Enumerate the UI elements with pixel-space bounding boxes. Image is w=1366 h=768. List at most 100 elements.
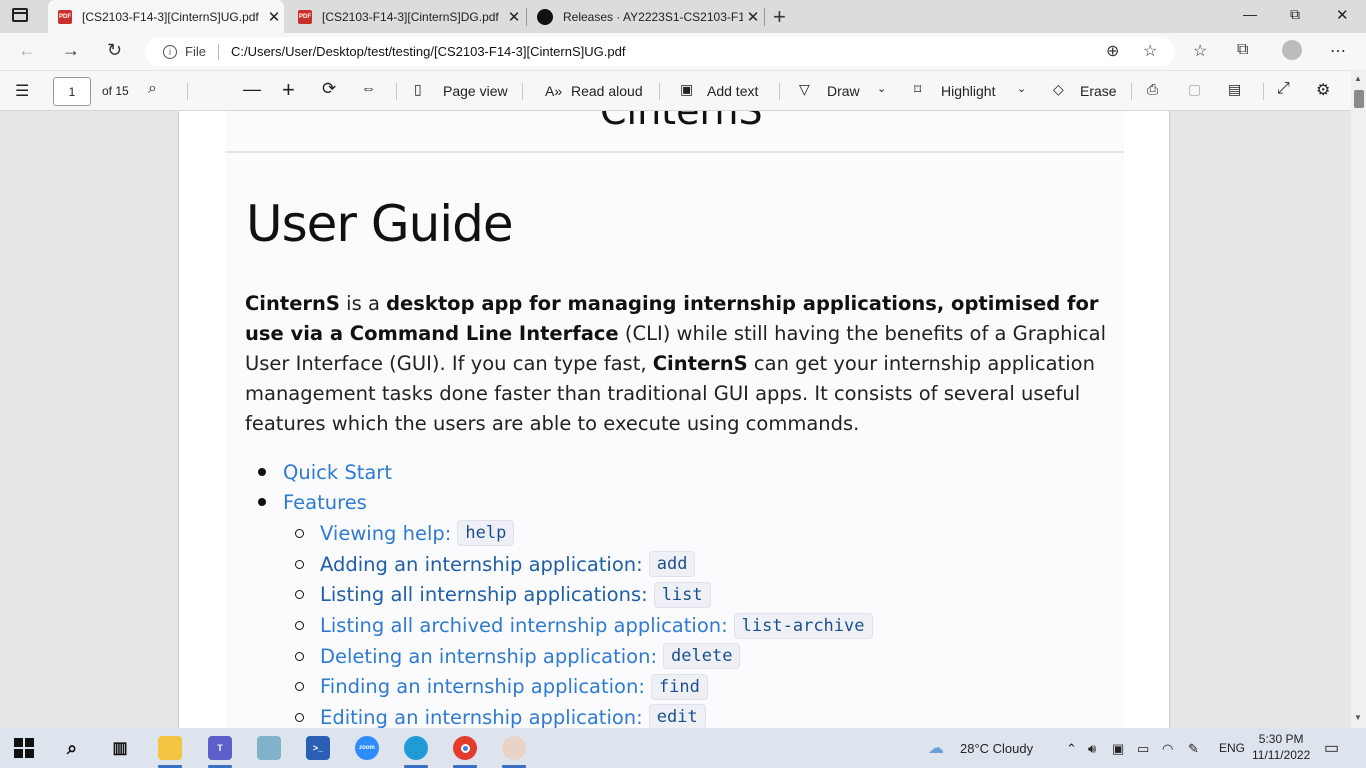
chrome-icon[interactable] [453, 736, 477, 760]
toc-item-features[interactable]: Features [258, 487, 367, 517]
tab-dg-pdf[interactable]: PDF [CS2103-F14-3][CinternS]DG.pdf ✕ [288, 0, 524, 33]
toc-link[interactable]: Viewing help: [320, 522, 451, 545]
forward-button[interactable]: → [62, 40, 80, 61]
save-as-icon[interactable]: ▤ [1228, 81, 1241, 98]
draw-dropdown-icon[interactable]: ⌄ [877, 82, 886, 95]
powershell-icon[interactable]: >_ [306, 736, 330, 760]
file-explorer-icon[interactable] [158, 736, 182, 760]
url-text[interactable]: C:/Users/User/Desktop/test/testing/[CS21… [231, 44, 626, 59]
weather-text[interactable]: 28°C Cloudy [960, 741, 1033, 756]
toc-link[interactable]: Finding an internship application: [320, 675, 645, 698]
volume-icon[interactable]: 🔊︎ [1088, 741, 1096, 757]
task-view-icon[interactable]: ▥ [108, 736, 132, 760]
page-number-input[interactable]: 1 [53, 77, 91, 106]
new-tab-button[interactable]: + [773, 4, 786, 30]
minimize-button[interactable]: — [1243, 6, 1257, 22]
circle-bullet-icon [295, 712, 304, 722]
clock[interactable]: 5:30 PM 11/11/2022 [1252, 731, 1310, 763]
restore-button[interactable]: ⧉ [1290, 6, 1300, 23]
add-text-icon[interactable]: ▣ [680, 81, 693, 98]
zoom-icon[interactable]: ⊕ [1106, 41, 1119, 61]
pdf-viewport[interactable]: CinternS User Guide CinternS is a deskto… [0, 111, 1351, 728]
language-indicator[interactable]: ENG [1219, 741, 1245, 755]
zoom-in-icon[interactable]: + [282, 77, 295, 103]
draw-button[interactable]: Draw [827, 83, 860, 99]
teams-icon[interactable]: T [208, 736, 232, 760]
save-icon[interactable]: ▢ [1188, 81, 1201, 98]
toc-item-add[interactable]: Adding an internship application: add [295, 549, 696, 579]
tray-app-icon[interactable]: ▣ [1112, 741, 1124, 757]
wifi-icon[interactable]: ◠ [1162, 741, 1173, 757]
zoom-icon[interactable]: zoom [355, 736, 379, 760]
highlight-button[interactable]: Highlight [941, 83, 995, 99]
eraser-icon[interactable]: ◇ [1053, 81, 1064, 98]
info-icon[interactable]: i [163, 44, 177, 59]
fit-page-icon[interactable]: ⇔ [361, 80, 376, 97]
avatar-app-icon[interactable] [502, 736, 526, 760]
page-view-button[interactable]: Page view [443, 83, 508, 99]
start-icon[interactable] [14, 738, 34, 758]
page-view-icon[interactable]: ▯ [414, 81, 422, 98]
favorites-icon[interactable]: ☆ [1193, 41, 1207, 61]
search-icon[interactable]: ⌕ [148, 80, 157, 98]
toc-link[interactable]: Features [283, 491, 367, 514]
toc-item-find[interactable]: Finding an internship application: find [295, 671, 708, 702]
back-button[interactable]: ← [18, 40, 36, 61]
address-bar[interactable]: i File C:/Users/User/Desktop/test/testin… [145, 37, 1175, 66]
tab-releases[interactable]: Releases · AY2223S1-CS2103-F14 ✕ [527, 0, 763, 33]
pdf-icon: PDF [58, 9, 72, 24]
settings-gear-icon[interactable]: ⚙ [1316, 80, 1330, 100]
zoom-out-icon[interactable]: — [243, 79, 261, 100]
toc-item-list-archive[interactable]: Listing all archived internship applicat… [295, 610, 873, 641]
scroll-up-icon[interactable]: ▲ [1354, 74, 1362, 83]
read-aloud-icon[interactable]: A» [545, 83, 562, 99]
rotate-icon[interactable]: ⟳ [322, 79, 336, 99]
fullscreen-icon[interactable]: ⤢ [1277, 80, 1290, 98]
highlight-icon[interactable]: ⌑ [914, 81, 921, 98]
tab-ug-pdf[interactable]: PDF [CS2103-F14-3][CinternS]UG.pdf ✕ [48, 0, 284, 33]
pdf-page: CinternS User Guide CinternS is a deskto… [179, 111, 1169, 728]
battery-icon[interactable]: ▭ [1137, 741, 1149, 757]
scrollbar-thumb[interactable] [1354, 90, 1364, 108]
toc-link[interactable]: Editing an internship application: [320, 706, 643, 729]
read-aloud-button[interactable]: Read aloud [571, 83, 643, 99]
notifications-icon[interactable]: ▭ [1324, 738, 1339, 758]
app-icon[interactable] [257, 736, 281, 760]
more-menu-icon[interactable]: ⋯ [1330, 41, 1346, 61]
toc-item-quick-start[interactable]: Quick Start [258, 457, 392, 487]
close-tab-icon[interactable]: ✕ [504, 8, 524, 26]
toc-link[interactable]: Adding an internship application: [320, 553, 643, 576]
weather-icon[interactable]: ☁ [928, 738, 944, 758]
toc-link[interactable]: Deleting an internship application: [320, 645, 657, 668]
page-title: User Guide [246, 195, 514, 253]
vertical-scrollbar[interactable]: ▲ ▼ [1351, 70, 1366, 728]
contents-icon[interactable]: ☰ [15, 81, 29, 101]
search-icon[interactable]: ⌕ [60, 736, 84, 760]
scroll-down-icon[interactable]: ▼ [1354, 713, 1362, 722]
toc-item-list[interactable]: Listing all internship applications: list [295, 579, 711, 610]
tab-title: [CS2103-F14-3][CinternS]DG.pdf [322, 9, 499, 24]
collections-icon[interactable]: ⧉ [1237, 41, 1248, 59]
draw-icon[interactable]: ▽ [799, 81, 810, 98]
edge-icon[interactable] [404, 736, 428, 760]
tray-chevron-icon[interactable]: ⌃ [1066, 741, 1077, 757]
toc-item-edit[interactable]: Editing an internship application: edit [295, 702, 706, 728]
add-favorite-icon[interactable]: ☆ [1143, 41, 1157, 61]
refresh-button[interactable]: ↻ [107, 40, 122, 61]
close-window-button[interactable]: ✕ [1336, 6, 1349, 24]
tab-actions-icon[interactable] [12, 8, 28, 22]
profile-avatar[interactable] [1282, 40, 1302, 60]
pen-icon[interactable]: ✎ [1188, 741, 1199, 757]
add-text-button[interactable]: Add text [707, 83, 758, 99]
intro-text: is a [339, 292, 387, 315]
close-tab-icon[interactable]: ✕ [264, 8, 284, 26]
print-icon[interactable]: ⎙ [1147, 81, 1158, 98]
erase-button[interactable]: Erase [1080, 83, 1117, 99]
toc-item-help[interactable]: Viewing help: help [295, 517, 515, 549]
highlight-dropdown-icon[interactable]: ⌄ [1017, 82, 1026, 95]
toc-link[interactable]: Listing all archived internship applicat… [320, 614, 728, 637]
toc-link[interactable]: Quick Start [283, 461, 392, 484]
toc-item-delete[interactable]: Deleting an internship application: delet… [295, 641, 741, 671]
toc-link[interactable]: Listing all internship applications: [320, 583, 648, 606]
close-tab-icon[interactable]: ✕ [743, 8, 763, 26]
